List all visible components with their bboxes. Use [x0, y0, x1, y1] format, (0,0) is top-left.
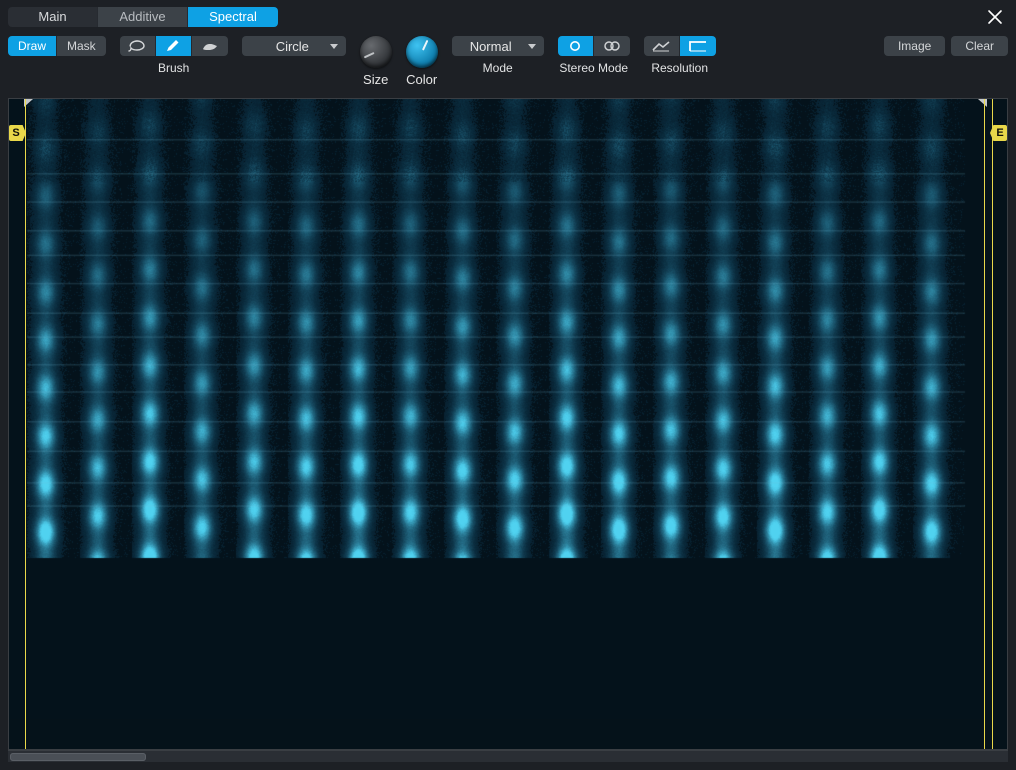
resolution-high-icon [688, 39, 708, 53]
spectral-toolbar: Draw Mask [8, 36, 1008, 106]
play-range-end-handle[interactable] [978, 99, 987, 107]
size-label: Size [363, 72, 388, 87]
spectral-editor-pane: Main Additive Spectral Draw Mask [0, 0, 1016, 770]
loop-start-marker[interactable]: S [9, 125, 26, 141]
spectrogram-display[interactable]: S E [8, 98, 1008, 750]
tab-additive[interactable]: Additive [98, 7, 188, 27]
chevron-down-icon [528, 44, 536, 49]
spectrogram-canvas [9, 99, 989, 719]
loop-end-line-2 [992, 99, 993, 749]
loop-end-line [984, 99, 985, 749]
mode-draw-button[interactable]: Draw [8, 36, 57, 56]
tab-main[interactable]: Main [8, 7, 98, 27]
close-button[interactable] [982, 4, 1008, 30]
image-button[interactable]: Image [884, 36, 945, 56]
pencil-icon [164, 39, 182, 53]
scrollbar-thumb[interactable] [10, 753, 146, 761]
color-knob[interactable] [406, 36, 438, 68]
color-knob-column: Color [406, 36, 438, 87]
stereo-mono-button[interactable] [558, 36, 594, 56]
stereo-linked-button[interactable] [594, 36, 630, 56]
color-label: Color [406, 72, 437, 87]
tab-spectral[interactable]: Spectral [188, 7, 278, 27]
brush-tool-group: Brush [120, 36, 228, 75]
resolution-group: Resolution [644, 36, 716, 75]
view-tabs: Main Additive Spectral [8, 7, 278, 27]
close-icon [986, 8, 1004, 26]
knob-group: Size Color [360, 36, 438, 87]
linked-circles-icon [601, 39, 623, 53]
blend-mode-value: Normal [470, 39, 512, 54]
loop-start-line [25, 99, 26, 749]
edit-mode-group: Draw Mask [8, 36, 106, 56]
chevron-down-icon [330, 44, 338, 49]
stereo-mode-buttons [558, 36, 630, 56]
mode-mask-button[interactable]: Mask [57, 36, 106, 56]
stereo-mode-group: Stereo Mode [558, 36, 630, 75]
lasso-icon [127, 39, 147, 53]
blend-mode-dropdown[interactable]: Normal [452, 36, 544, 56]
size-knob[interactable] [360, 36, 392, 68]
blend-mode-label: Mode [483, 61, 513, 75]
brush-tool-button[interactable] [192, 36, 228, 56]
pencil-tool-button[interactable] [156, 36, 192, 56]
stereo-mode-label: Stereo Mode [559, 61, 628, 75]
resolution-low-icon [651, 39, 671, 53]
circle-icon [566, 39, 584, 53]
blend-mode-group: Normal Mode [452, 36, 544, 75]
brush-shape-dropdown[interactable]: Circle [242, 36, 346, 56]
clear-button[interactable]: Clear [951, 36, 1008, 56]
image-actions: Image Clear [884, 36, 1008, 56]
loop-end-marker[interactable]: E [990, 125, 1007, 141]
brush-label: Brush [158, 61, 189, 75]
resolution-low-button[interactable] [644, 36, 680, 56]
horizontal-scrollbar[interactable] [8, 750, 1008, 762]
brush-icon [200, 39, 220, 53]
brush-tools [120, 36, 228, 56]
lasso-tool-button[interactable] [120, 36, 156, 56]
resolution-label: Resolution [651, 61, 708, 75]
view-tab-bar: Main Additive Spectral [8, 6, 1008, 28]
resolution-buttons [644, 36, 716, 56]
size-knob-column: Size [360, 36, 392, 87]
brush-shape-value: Circle [276, 39, 309, 54]
resolution-high-button[interactable] [680, 36, 716, 56]
